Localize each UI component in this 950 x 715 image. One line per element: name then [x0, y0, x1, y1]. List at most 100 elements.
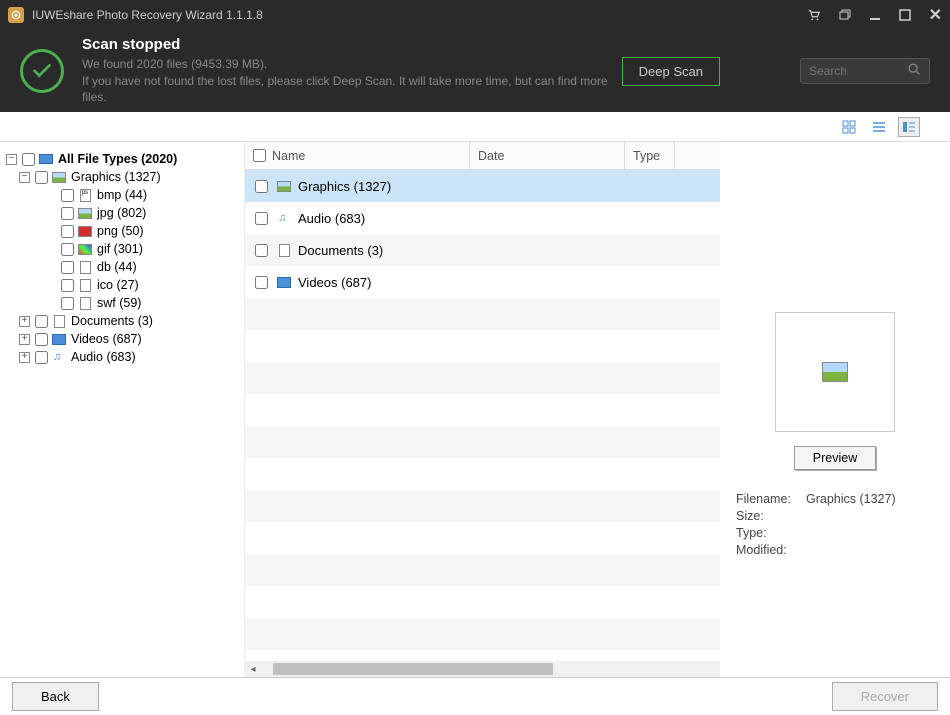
- audio-icon: ♫: [276, 211, 292, 225]
- search-input[interactable]: [809, 64, 907, 78]
- select-all-checkbox[interactable]: [253, 149, 266, 162]
- status-line2: If you have not found the lost files, pl…: [82, 73, 622, 107]
- tree-label: Videos (687): [71, 332, 142, 346]
- minimize-icon[interactable]: [869, 9, 881, 21]
- preview-button[interactable]: Preview: [794, 446, 876, 470]
- tree-checkbox[interactable]: [61, 189, 74, 202]
- tree-checkbox[interactable]: [61, 225, 74, 238]
- file-icon: [77, 296, 93, 310]
- expand-icon[interactable]: +: [19, 316, 30, 327]
- tree-root-checkbox[interactable]: [22, 153, 35, 166]
- info-filename-label: Filename:: [736, 492, 806, 506]
- list-row[interactable]: Documents (3): [245, 234, 720, 266]
- expand-icon[interactable]: +: [19, 334, 30, 345]
- file-tree: − All File Types (2020) − Graphics (1327…: [0, 142, 245, 677]
- status-line1: We found 2020 files (9453.39 MB).: [82, 56, 622, 73]
- horizontal-scrollbar[interactable]: ◂: [245, 661, 720, 677]
- app-title: IUWEshare Photo Recovery Wizard 1.1.1.8: [32, 8, 807, 22]
- tree-graphics[interactable]: − Graphics (1327): [6, 168, 238, 186]
- row-checkbox[interactable]: [255, 212, 268, 225]
- tree-checkbox[interactable]: [35, 315, 48, 328]
- cart-icon[interactable]: [807, 8, 821, 22]
- info-filename-value: Graphics (1327): [806, 492, 896, 506]
- titlebar: IUWEshare Photo Recovery Wizard 1.1.1.8 …: [0, 0, 950, 30]
- back-button[interactable]: Back: [12, 682, 99, 711]
- video-icon: [51, 332, 67, 346]
- preview-panel: Preview Filename: Graphics (1327) Size: …: [720, 142, 950, 677]
- tree-checkbox[interactable]: [35, 333, 48, 346]
- info-type-label: Type:: [736, 526, 806, 540]
- tree-checkbox[interactable]: [61, 243, 74, 256]
- search-box[interactable]: [800, 58, 930, 84]
- col-name[interactable]: Name: [245, 142, 470, 169]
- tree-db[interactable]: db (44): [6, 258, 238, 276]
- tree-png[interactable]: png (50): [6, 222, 238, 240]
- list-row[interactable]: Graphics (1327): [245, 170, 720, 202]
- tree-root-label: All File Types (2020): [58, 152, 177, 166]
- col-date[interactable]: Date: [470, 142, 625, 169]
- tree-label: Audio (683): [71, 350, 136, 364]
- restore-window-icon[interactable]: [839, 9, 851, 21]
- search-icon[interactable]: [907, 62, 921, 81]
- tree-checkbox[interactable]: [61, 279, 74, 292]
- list-row[interactable]: Videos (687): [245, 266, 720, 298]
- tree-swf[interactable]: swf (59): [6, 294, 238, 312]
- tree-ico[interactable]: ico (27): [6, 276, 238, 294]
- status-success-icon: [20, 49, 64, 93]
- tree-label: swf (59): [97, 296, 141, 310]
- tree-audio[interactable]: + ♫ Audio (683): [6, 348, 238, 366]
- preview-thumbnail-icon: [822, 362, 848, 382]
- collapse-icon[interactable]: −: [19, 172, 30, 183]
- collapse-icon[interactable]: −: [6, 154, 17, 165]
- tree-label: bmp (44): [97, 188, 147, 202]
- recover-button[interactable]: Recover: [832, 682, 938, 711]
- tree-checkbox[interactable]: [61, 297, 74, 310]
- monitor-icon: [38, 152, 54, 166]
- tree-checkbox[interactable]: [61, 261, 74, 274]
- col-type-label: Type: [633, 149, 660, 163]
- col-date-label: Date: [478, 149, 504, 163]
- view-detail-icon[interactable]: [898, 117, 920, 137]
- file-list: Name Date Type Graphics (1327) ♫ Audio (…: [245, 142, 720, 677]
- close-icon[interactable]: ✕: [929, 5, 942, 25]
- tree-label: jpg (802): [97, 206, 146, 220]
- scroll-left-icon[interactable]: ◂: [245, 664, 261, 675]
- maximize-icon[interactable]: [899, 9, 911, 21]
- file-icon: [77, 260, 93, 274]
- tree-bmp[interactable]: ps bmp (44): [6, 186, 238, 204]
- image-icon: [77, 224, 93, 238]
- document-icon: [276, 243, 292, 257]
- expand-icon[interactable]: +: [19, 352, 30, 363]
- row-label: Audio (683): [298, 211, 365, 226]
- preview-thumbnail-box: [775, 312, 895, 432]
- tree-label: Documents (3): [71, 314, 153, 328]
- tree-jpg[interactable]: jpg (802): [6, 204, 238, 222]
- tree-gif[interactable]: gif (301): [6, 240, 238, 258]
- tree-checkbox[interactable]: [35, 351, 48, 364]
- file-icon: [77, 278, 93, 292]
- tree-label: Graphics (1327): [71, 170, 161, 184]
- list-row[interactable]: ♫ Audio (683): [245, 202, 720, 234]
- status-title: Scan stopped: [82, 36, 622, 53]
- audio-icon: ♫: [51, 350, 67, 364]
- tree-root[interactable]: − All File Types (2020): [6, 150, 238, 168]
- col-name-label: Name: [272, 149, 305, 163]
- tree-videos[interactable]: + Videos (687): [6, 330, 238, 348]
- tree-documents[interactable]: + Documents (3): [6, 312, 238, 330]
- info-modified-label: Modified:: [736, 543, 806, 557]
- row-checkbox[interactable]: [255, 276, 268, 289]
- tree-checkbox[interactable]: [35, 171, 48, 184]
- document-icon: [51, 314, 67, 328]
- tree-checkbox[interactable]: [61, 207, 74, 220]
- view-grid-icon[interactable]: [838, 117, 860, 137]
- view-list-icon[interactable]: [868, 117, 890, 137]
- col-type[interactable]: Type: [625, 142, 675, 169]
- tree-label: db (44): [97, 260, 137, 274]
- row-label: Videos (687): [298, 275, 371, 290]
- scroll-thumb[interactable]: [273, 663, 553, 675]
- row-checkbox[interactable]: [255, 244, 268, 257]
- file-icon: ps: [77, 188, 93, 202]
- deep-scan-button[interactable]: Deep Scan: [622, 57, 720, 86]
- row-checkbox[interactable]: [255, 180, 268, 193]
- image-icon: [77, 242, 93, 256]
